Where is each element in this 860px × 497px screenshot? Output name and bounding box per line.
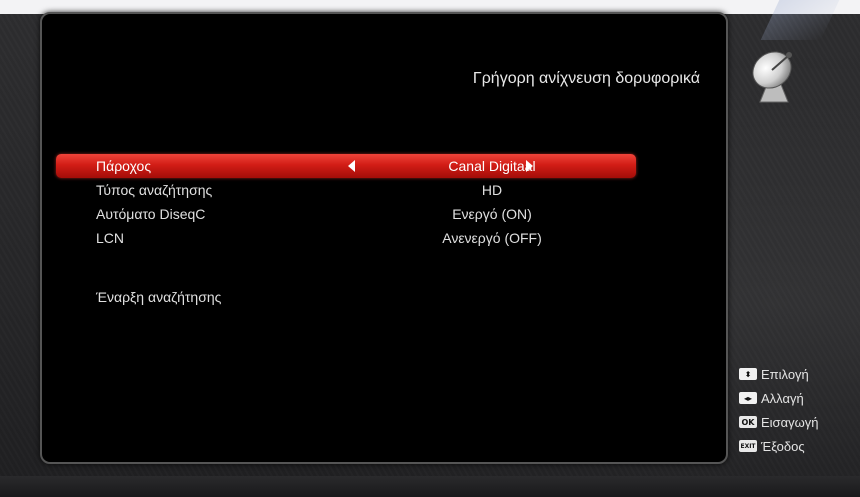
help-change: ◂▸ Αλλαγή: [739, 386, 818, 410]
provider-value: Canal Digitaal: [448, 158, 536, 174]
provider-label: Πάροχος: [96, 158, 152, 174]
help-enter-label: Εισαγωγή: [761, 414, 819, 430]
menu-row-lcn[interactable]: LCN Ανενεργό (OFF): [56, 226, 636, 250]
help-exit: EXIT Έξοδος: [739, 434, 818, 458]
start-scan-button[interactable]: Έναρξη αναζήτησης: [96, 289, 221, 305]
lcn-label: LCN: [96, 230, 125, 246]
menu-row-provider[interactable]: Πάροχος Canal Digitaal: [56, 154, 636, 178]
up-down-key-icon: ⬍: [739, 368, 757, 380]
search-type-value: HD: [481, 182, 503, 198]
bottom-strip: [0, 476, 860, 497]
right-arrow-icon[interactable]: [526, 160, 533, 172]
screen-title: Γρήγορη ανίχνευση δορυφορικά: [472, 70, 700, 87]
help-select: ⬍ Επιλογή: [739, 362, 818, 386]
help-change-label: Αλλαγή: [761, 390, 804, 406]
lcn-value: Ανενεργό (OFF): [442, 230, 542, 246]
search-type-label: Τύπος αναζήτησης: [96, 182, 213, 198]
menu-row-search-type[interactable]: Τύπος αναζήτησης HD: [56, 178, 636, 202]
left-right-key-icon: ◂▸: [739, 392, 757, 404]
help-enter: OK Εισαγωγή: [739, 410, 818, 434]
ok-key-icon: OK: [739, 416, 757, 428]
menu-row-auto-diseqc[interactable]: Αυτόματο DiseqC Ενεργό (ON): [56, 202, 636, 226]
left-arrow-icon[interactable]: [348, 160, 355, 172]
help-select-label: Επιλογή: [761, 366, 809, 382]
exit-key-icon: EXIT: [739, 440, 757, 452]
settings-menu: Πάροχος Canal Digitaal Τύπος αναζήτησης …: [56, 154, 636, 250]
auto-diseqc-label: Αυτόματο DiseqC: [96, 206, 206, 222]
help-legend: ⬍ Επιλογή ◂▸ Αλλαγή OK Εισαγωγή EXIT Έξο…: [739, 362, 818, 458]
help-exit-label: Έξοδος: [761, 438, 805, 454]
satellite-dish-icon: [744, 48, 804, 104]
auto-diseqc-value: Ενεργό (ON): [452, 206, 532, 222]
